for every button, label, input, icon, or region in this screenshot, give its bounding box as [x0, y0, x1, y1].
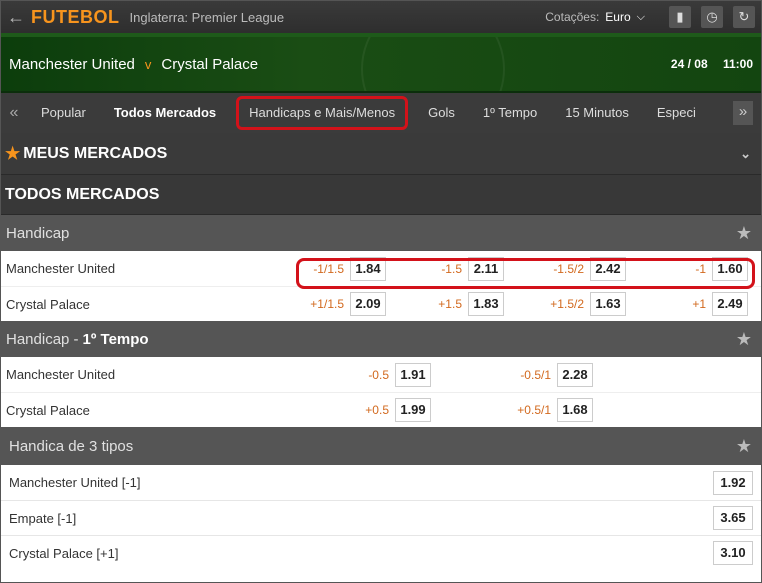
odds-button[interactable]: 1.63	[590, 292, 626, 316]
odds-format-select[interactable]: Euro	[605, 10, 630, 24]
handicap-line: +1.5	[438, 297, 462, 311]
odds-button[interactable]: 1.99	[395, 398, 431, 422]
odds-cell[interactable]: +1.5 1.83	[386, 292, 504, 316]
top-bar: ← FUTEBOL Inglaterra: Premier League Cot…	[1, 1, 761, 33]
match-date: 24 / 08	[670, 57, 708, 71]
market-title: Handica de 3 tipos	[9, 437, 134, 455]
match-datetime: 24 / 08 11:00	[671, 57, 753, 71]
meus-mercados-title: MEUS MERCADOS	[23, 144, 168, 162]
home-team: Manchester United	[9, 55, 135, 73]
tab-handicaps[interactable]: Handicaps e Mais/Menos	[236, 96, 409, 130]
odds-cell[interactable]: -0.5 1.91	[361, 362, 431, 387]
participant-name: Manchester United [-1]	[9, 475, 141, 490]
odds-cell[interactable]: +1 2.49	[626, 292, 748, 316]
star-icon[interactable]: ★	[736, 223, 752, 244]
match-header: Manchester United v Crystal Palace 24 / …	[1, 33, 761, 93]
table-row: Crystal Palace [+1] 3.10	[1, 535, 761, 570]
participant-name: Empate [-1]	[9, 510, 77, 526]
handicap-line: -0.5/1	[520, 367, 551, 382]
market-title: Handicap	[6, 224, 70, 242]
tab-1-tempo[interactable]: 1º Tempo	[469, 93, 551, 133]
participant-name: Crystal Palace	[6, 402, 90, 418]
star-icon[interactable]: ★	[736, 329, 752, 350]
market-header-handicap-1-tempo[interactable]: Handicap - 1º Tempo ★	[1, 321, 761, 357]
participant-name: Crystal Palace	[6, 296, 90, 312]
tab-todos-mercados[interactable]: Todos Mercados	[100, 93, 230, 133]
chevron-down-icon[interactable]: ⌄	[740, 146, 751, 162]
app-window: ← FUTEBOL Inglaterra: Premier League Cot…	[0, 0, 762, 583]
clock-icon[interactable]: ◷	[701, 6, 723, 28]
handicap-line: +0.5/1	[517, 403, 551, 417]
odds-button[interactable]: 1.92	[713, 470, 753, 495]
participant-name: Manchester United	[6, 261, 116, 276]
todos-mercados-header: TODOS MERCADOS	[1, 175, 761, 215]
chevron-double-left-icon[interactable]: «	[1, 104, 27, 122]
refresh-icon[interactable]: ↻	[733, 6, 755, 28]
table-row: Empate [-1] 3.65	[1, 500, 761, 535]
handicap-line: +1	[692, 297, 706, 311]
odds-button[interactable]: 2.28	[557, 362, 593, 387]
highlight-box	[296, 258, 755, 289]
tab-15-minutos[interactable]: 15 Minutos	[551, 93, 643, 133]
table-row: Manchester United -0.5 1.91 -0.5/1 2.28	[1, 357, 761, 392]
odds-cell[interactable]: +0.5 1.99	[361, 398, 431, 422]
odds-button[interactable]: 1.83	[468, 292, 504, 316]
versus-label: v	[144, 56, 152, 72]
odds-button[interactable]: 2.09	[350, 292, 386, 316]
tab-popular[interactable]: Popular	[27, 93, 100, 133]
odds-button[interactable]: 1.91	[395, 362, 431, 387]
tab-especiais[interactable]: Especi	[643, 93, 710, 133]
handicap-line: -0.5	[368, 367, 389, 382]
chevron-down-icon[interactable]: ⌵	[637, 11, 645, 24]
star-icon[interactable]: ★	[736, 436, 752, 457]
odds-button[interactable]: 3.10	[713, 541, 753, 565]
handicap-line: +1/1.5	[310, 297, 344, 311]
odds-cell[interactable]: +1.5/2 1.63	[504, 292, 626, 316]
odds-button[interactable]: 2.49	[712, 292, 748, 316]
table-row: Crystal Palace +1/1.5 2.09 +1.5 1.83 +1.5/…	[1, 286, 761, 321]
odds-cell[interactable]: +0.5/1 1.68	[431, 398, 593, 422]
market-tabs: « Popular Todos Mercados Handicaps e Mai…	[1, 93, 761, 133]
bar-chart-icon[interactable]: ▮	[669, 6, 691, 28]
match-time: 11:00	[722, 57, 753, 71]
participant-name: Crystal Palace [+1]	[9, 545, 119, 561]
odds-button[interactable]: 3.65	[713, 506, 753, 530]
market-header-handicap-3-tipos[interactable]: Handica de 3 tipos ★	[1, 427, 761, 465]
market-title-period: 1º Tempo	[82, 330, 149, 348]
away-team: Crystal Palace	[161, 55, 259, 73]
league-breadcrumb[interactable]: Inglaterra: Premier League	[130, 10, 285, 25]
arrow-left-icon[interactable]: ←	[7, 7, 27, 28]
meus-mercados-header[interactable]: ★ MEUS MERCADOS ⌄	[1, 133, 761, 175]
participant-name: Manchester United	[6, 367, 116, 382]
tab-gols[interactable]: Gols	[414, 93, 469, 133]
market-title: Handicap -	[6, 330, 79, 348]
odds-cell[interactable]: -0.5/1 2.28	[431, 362, 593, 387]
odds-cell[interactable]: +1/1.5 2.09	[296, 292, 386, 316]
market-header-handicap[interactable]: Handicap ★	[1, 215, 761, 251]
handicap-line: +0.5	[365, 403, 389, 417]
odds-button[interactable]: 1.68	[557, 398, 593, 422]
sport-title: FUTEBOL	[31, 6, 120, 27]
table-row: Crystal Palace +0.5 1.99 +0.5/1 1.68	[1, 392, 761, 427]
handicap-line: +1.5/2	[550, 297, 584, 311]
todos-mercados-title: TODOS MERCADOS	[5, 185, 160, 203]
table-row: Manchester United [-1] 1.92	[1, 465, 761, 500]
chevron-double-right-icon[interactable]: »	[733, 101, 753, 125]
odds-format-label: Cotações:	[545, 10, 600, 24]
star-icon: ★	[5, 143, 21, 163]
